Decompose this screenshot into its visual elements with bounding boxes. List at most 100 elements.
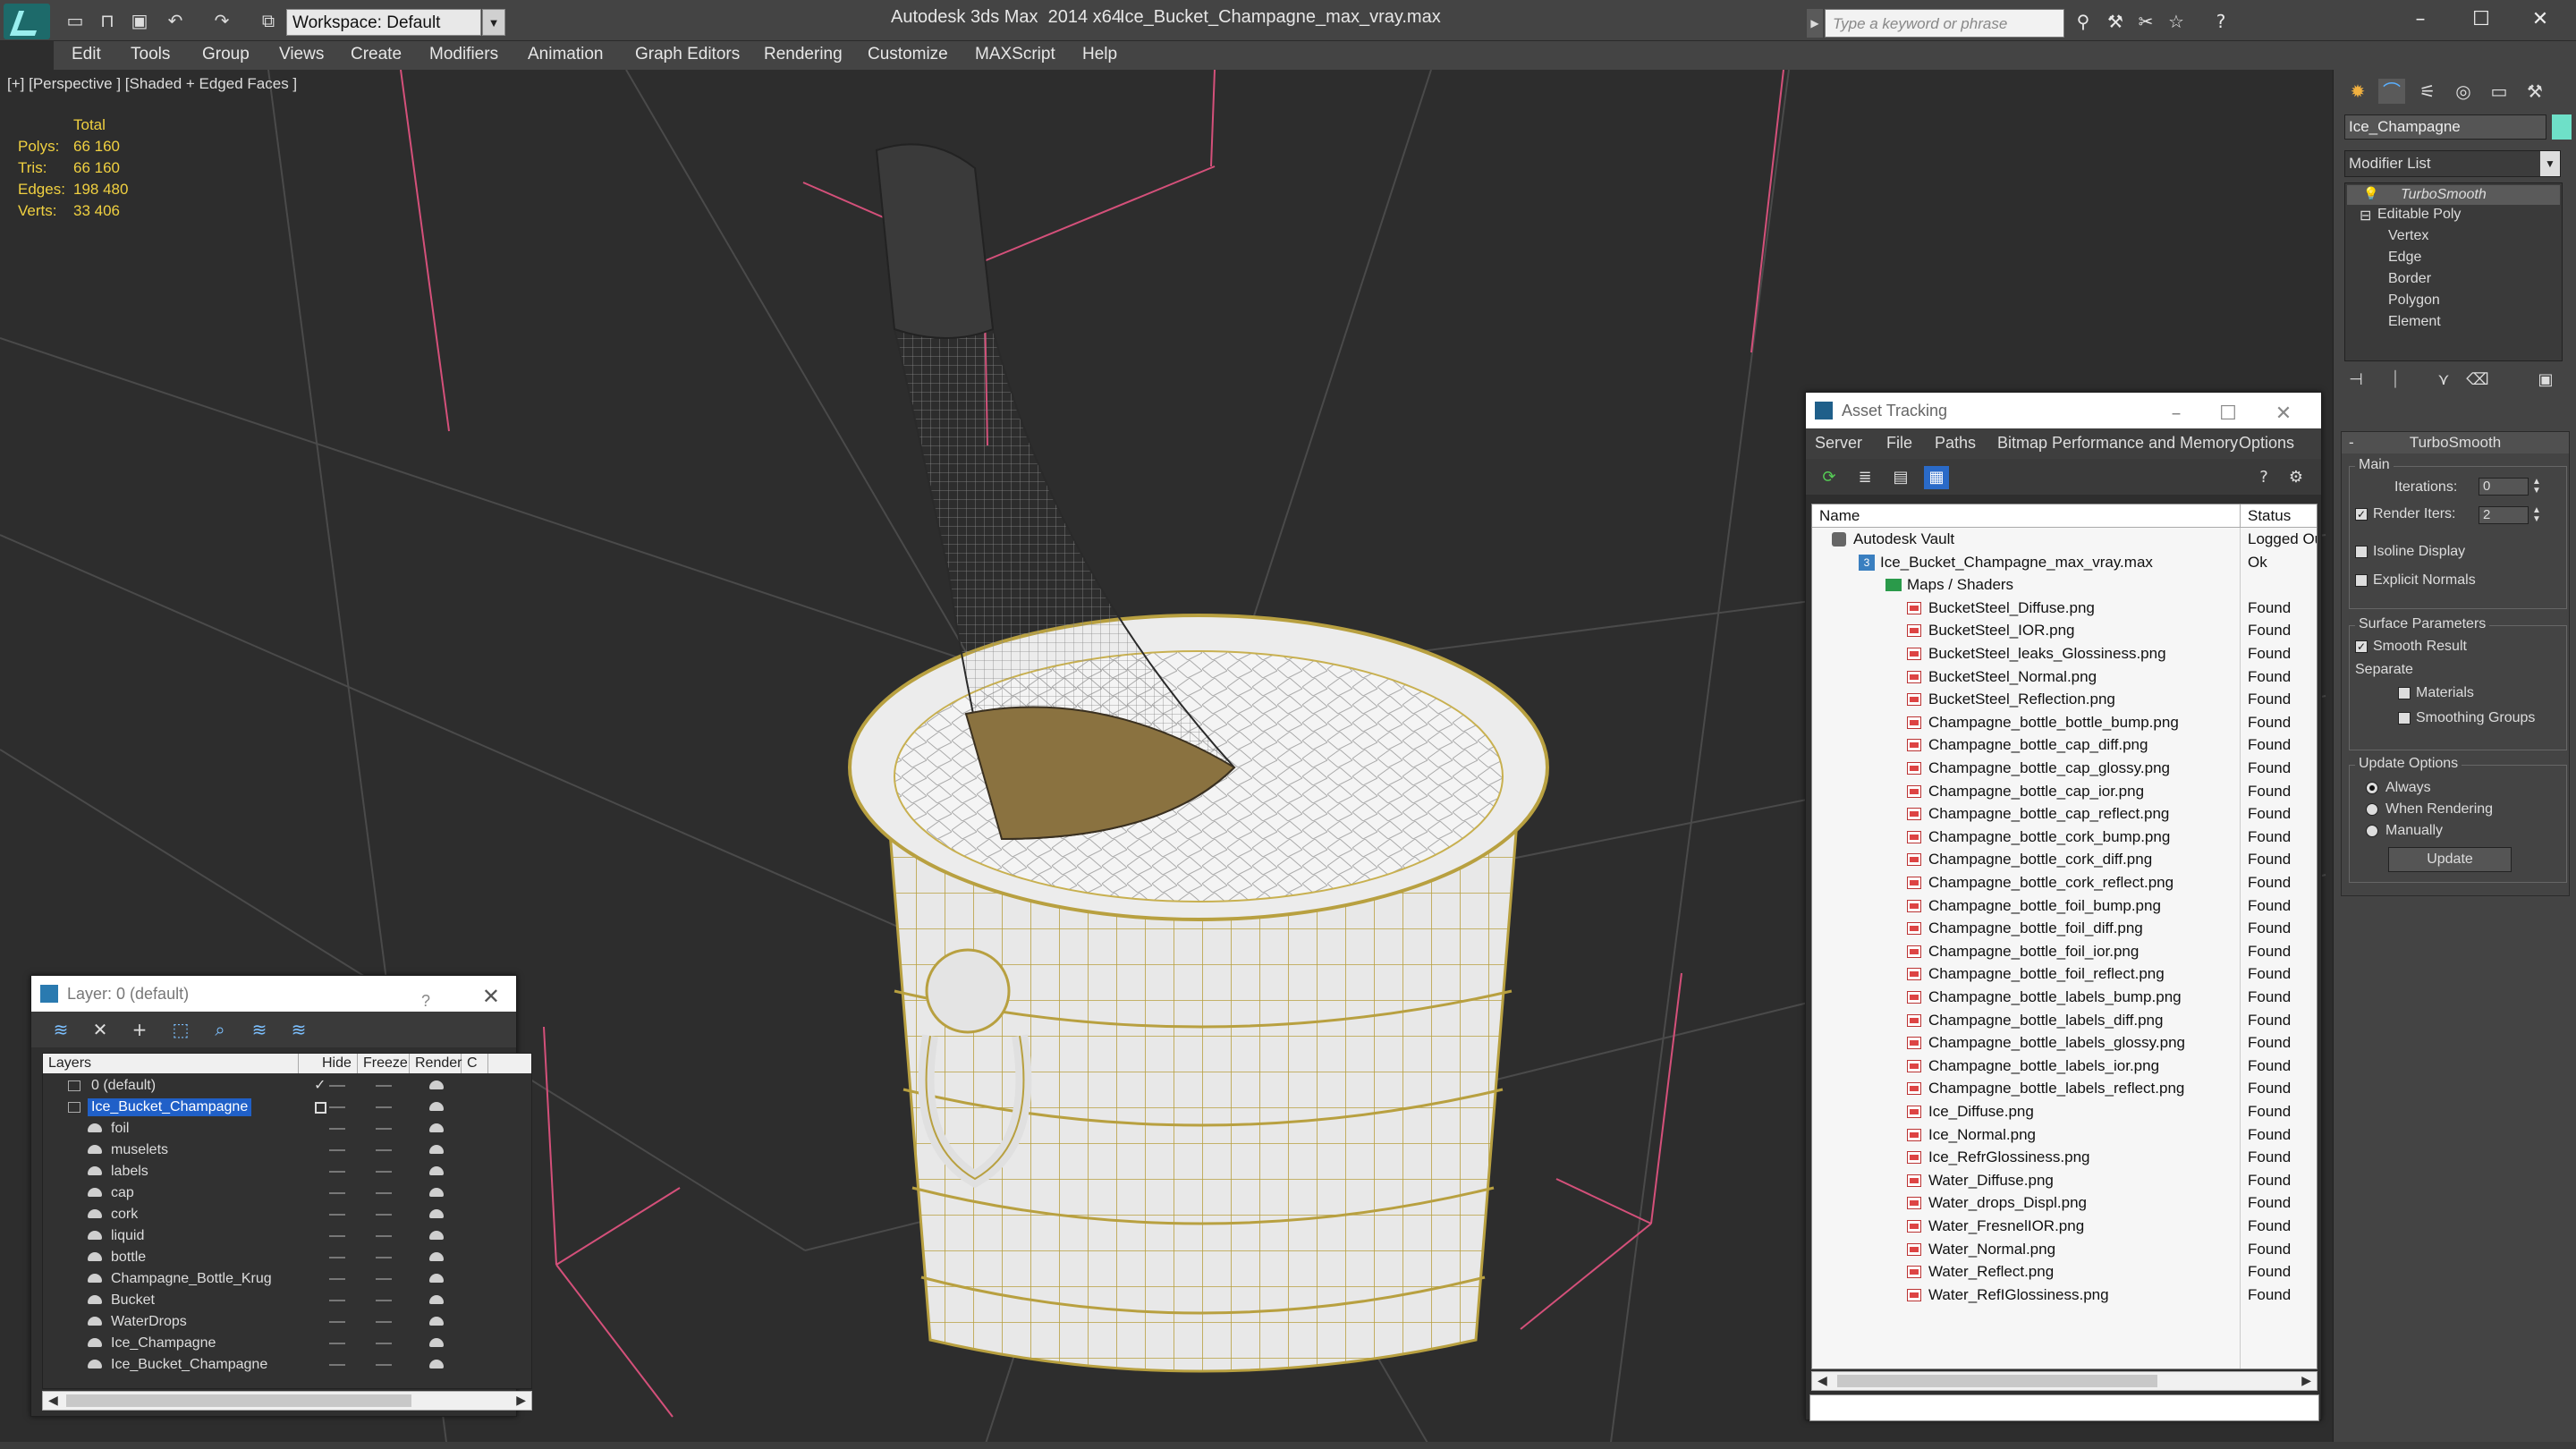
asset-row[interactable]: Champagne_bottle_cap_glossy.png Found xyxy=(1812,757,2317,780)
menu-create[interactable]: Create xyxy=(351,45,402,64)
hide-toggle[interactable] xyxy=(329,1085,345,1087)
layer-row[interactable]: liquid xyxy=(43,1225,531,1247)
asset-row[interactable]: Ice_Diffuse.png Found xyxy=(1812,1100,2317,1123)
hide-toggle[interactable] xyxy=(329,1128,345,1130)
asset-row[interactable]: Ice_RefrGlossiness.png Found xyxy=(1812,1146,2317,1169)
close-icon[interactable]: ✕ xyxy=(482,979,500,1015)
asset-row[interactable]: Champagne_bottle_labels_bump.png Found xyxy=(1812,986,2317,1009)
layer-name[interactable]: Ice_Champagne xyxy=(107,1335,219,1352)
scroll-right-icon[interactable]: ▶ xyxy=(516,1393,526,1408)
asset-row[interactable]: Champagne_bottle_cork_diff.png Found xyxy=(1812,848,2317,871)
stack-item-turbosmooth[interactable]: TurboSmooth xyxy=(2347,185,2560,205)
render-toggle-icon[interactable] xyxy=(429,1295,444,1304)
layer-name[interactable]: liquid xyxy=(107,1227,148,1245)
layer-row[interactable]: Ice_Champagne xyxy=(43,1333,531,1354)
project-folder-icon[interactable]: ⧉ xyxy=(258,11,279,30)
scroll-right-icon[interactable]: ▶ xyxy=(2301,1373,2311,1388)
menu-maxscript[interactable]: MAXScript xyxy=(975,45,1055,64)
layer-row[interactable]: foil xyxy=(43,1118,531,1140)
asset-tracking-window[interactable]: Asset Tracking – ☐ ✕ Server File Paths B… xyxy=(1805,392,2322,1421)
render-toggle-icon[interactable] xyxy=(429,1080,444,1089)
select-in-layer-icon[interactable]: ⬚ xyxy=(169,1019,192,1040)
freeze-toggle[interactable] xyxy=(376,1106,392,1108)
add-to-layer-icon[interactable]: + xyxy=(128,1019,151,1040)
menu-views[interactable]: Views xyxy=(279,45,324,64)
maximize-button[interactable]: ☐ xyxy=(2210,396,2246,432)
communication-icon[interactable]: ✂ xyxy=(2134,11,2157,32)
modify-tab-icon[interactable]: ⌒ xyxy=(2378,79,2405,104)
search-input[interactable]: Type a keyword or phrase xyxy=(1825,9,2064,38)
minimize-button[interactable]: – xyxy=(2158,396,2194,432)
asset-row[interactable]: Autodesk Vault Logged Out xyxy=(1812,528,2317,551)
hide-toggle[interactable] xyxy=(329,1171,345,1173)
asset-row[interactable]: BucketSteel_Reflection.png Found xyxy=(1812,688,2317,711)
asset-row[interactable]: Water_Normal.png Found xyxy=(1812,1237,2317,1261)
layer-row[interactable]: Ice_Bucket_Champagne xyxy=(43,1097,531,1118)
column-color[interactable]: C xyxy=(462,1054,488,1073)
asset-row[interactable]: Champagne_bottle_labels_ior.png Found xyxy=(1812,1054,2317,1078)
layer-name[interactable]: labels xyxy=(107,1163,152,1181)
scroll-left-icon[interactable]: ◀ xyxy=(1818,1373,1827,1388)
menu-help[interactable]: Help xyxy=(1082,45,1117,64)
hierarchy-tab-icon[interactable]: ⚟ xyxy=(2414,79,2441,104)
freeze-toggle[interactable] xyxy=(376,1343,392,1344)
asset-row[interactable]: Water_Diffuse.png Found xyxy=(1812,1168,2317,1192)
always-radio[interactable] xyxy=(2366,782,2378,794)
delete-layer-icon[interactable]: ✕ xyxy=(89,1019,112,1040)
subscription-icon[interactable]: ⚒ xyxy=(2104,11,2127,32)
menu-animation[interactable]: Animation xyxy=(528,45,604,64)
render-toggle-icon[interactable] xyxy=(429,1102,444,1111)
show-end-result-icon[interactable]: ⏐ xyxy=(2384,370,2407,394)
set-current-layer-box[interactable] xyxy=(315,1102,326,1114)
asset-menu-options[interactable]: Options xyxy=(2239,434,2294,453)
create-tab-icon[interactable]: ✹ xyxy=(2344,79,2371,104)
layer-row[interactable]: labels xyxy=(43,1161,531,1182)
render-iters-checkbox[interactable]: ✓ xyxy=(2355,508,2368,521)
render-toggle-icon[interactable] xyxy=(429,1145,444,1154)
spinner-arrows-icon[interactable]: ▲ ▼ xyxy=(2530,478,2543,496)
asset-row[interactable]: Champagne_bottle_labels_diff.png Found xyxy=(1812,1008,2317,1032)
freeze-toggle[interactable] xyxy=(376,1235,392,1237)
column-freeze[interactable]: Freeze xyxy=(358,1054,410,1073)
spinner-arrows-icon[interactable]: ▲ ▼ xyxy=(2530,506,2543,524)
motion-tab-icon[interactable]: ◎ xyxy=(2450,79,2477,104)
thumbnail-view-icon[interactable]: ▤ xyxy=(1888,466,1913,489)
bottle-foil[interactable] xyxy=(875,143,995,339)
column-status[interactable]: Status xyxy=(2240,504,2291,528)
layer-name[interactable]: foil xyxy=(107,1120,132,1138)
menu-tools[interactable]: Tools xyxy=(131,45,170,64)
menu-customize[interactable]: Customize xyxy=(868,45,948,64)
pin-stack-icon[interactable]: ⊣ xyxy=(2344,370,2368,394)
asset-row[interactable]: Champagne_bottle_cork_bump.png Found xyxy=(1812,825,2317,849)
layer-name[interactable]: muselets xyxy=(107,1141,172,1159)
asset-row[interactable]: BucketSteel_Diffuse.png Found xyxy=(1812,596,2317,620)
turbosmooth-rollout-header[interactable]: - TurboSmooth xyxy=(2342,432,2569,453)
asset-row[interactable]: Champagne_bottle_bottle_bump.png Found xyxy=(1812,710,2317,734)
layer-name[interactable]: bottle xyxy=(107,1249,149,1267)
menu-edit[interactable]: Edit xyxy=(72,45,101,64)
freeze-toggle[interactable] xyxy=(376,1149,392,1151)
hide-toggle[interactable] xyxy=(329,1235,345,1237)
collapse-icon[interactable]: - xyxy=(2349,432,2354,453)
asset-row[interactable]: Champagne_bottle_cork_reflect.png Found xyxy=(1812,871,2317,894)
freeze-toggle[interactable] xyxy=(376,1192,392,1194)
asset-path-field[interactable] xyxy=(1809,1394,2319,1421)
hide-toggle[interactable] xyxy=(329,1149,345,1151)
asset-row[interactable]: Maps / Shaders xyxy=(1812,573,2317,597)
stack-item-polygon[interactable]: Polygon xyxy=(2388,292,2440,309)
hide-toggle[interactable] xyxy=(329,1106,345,1108)
scroll-left-icon[interactable]: ◀ xyxy=(48,1393,58,1408)
minimize-button[interactable]: – xyxy=(2394,4,2447,36)
freeze-toggle[interactable] xyxy=(376,1278,392,1280)
hide-toggle[interactable] xyxy=(329,1278,345,1280)
layer-row[interactable]: Ice_Bucket_Champagne xyxy=(43,1354,531,1376)
help-icon[interactable]: ? xyxy=(2209,11,2233,32)
freeze-toggle[interactable] xyxy=(376,1321,392,1323)
freeze-toggle[interactable] xyxy=(376,1171,392,1173)
render-toggle-icon[interactable] xyxy=(429,1209,444,1218)
asset-row[interactable]: Ice_Normal.png Found xyxy=(1812,1123,2317,1147)
layer-row[interactable]: cap xyxy=(43,1182,531,1204)
layer-name[interactable]: Ice_Bucket_Champagne xyxy=(107,1356,271,1374)
freeze-toggle[interactable] xyxy=(376,1128,392,1130)
hide-all-layers-icon[interactable]: ≋ xyxy=(248,1019,271,1040)
